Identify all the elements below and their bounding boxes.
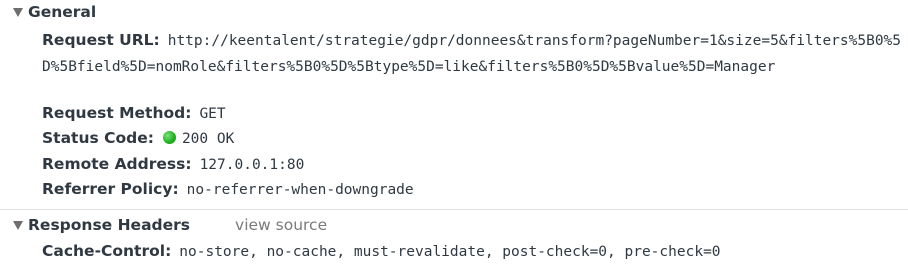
cache-control-value: no-store, no-cache, must-revalidate, pos… <box>179 244 721 260</box>
remote-address-value: 127.0.0.1:80 <box>199 157 305 173</box>
general-section-title: General <box>28 3 97 21</box>
referrer-policy-row: Referrer Policy: no-referrer-when-downgra… <box>42 177 904 203</box>
response-headers-section-header[interactable]: Response Headers view source <box>0 213 908 237</box>
referrer-policy-label: Referrer Policy: <box>42 180 179 198</box>
request-url-value: http://keentalent/strategie/gdpr/donnees… <box>42 33 902 75</box>
section-divider <box>0 209 908 210</box>
request-method-label: Request Method: <box>42 104 192 122</box>
remote-address-row: Remote Address: 127.0.0.1:80 <box>42 152 904 178</box>
cache-control-row: Cache-Control: no-store, no-cache, must-r… <box>42 239 904 265</box>
status-ok-icon <box>162 131 176 144</box>
status-code-label: Status Code: <box>42 129 154 147</box>
general-section-header[interactable]: General <box>0 0 908 24</box>
view-source-link[interactable]: view source <box>235 216 327 234</box>
request-url-label: Request URL: <box>42 31 160 49</box>
expand-triangle-icon[interactable] <box>13 220 23 230</box>
status-code-value: 200 OK <box>181 131 235 147</box>
request-url-row: Request URL: http://keentalent/strategie/… <box>42 28 904 80</box>
status-code-row: Status Code: 200 OK <box>42 126 904 152</box>
request-method-value: GET <box>199 106 226 122</box>
expand-triangle-icon[interactable] <box>13 7 23 17</box>
request-method-row: Request Method: GET <box>42 101 904 127</box>
remote-address-label: Remote Address: <box>42 155 192 173</box>
response-headers-title: Response Headers <box>28 216 191 234</box>
referrer-policy-value: no-referrer-when-downgrade <box>186 182 414 198</box>
cache-control-label: Cache-Control: <box>42 242 172 260</box>
